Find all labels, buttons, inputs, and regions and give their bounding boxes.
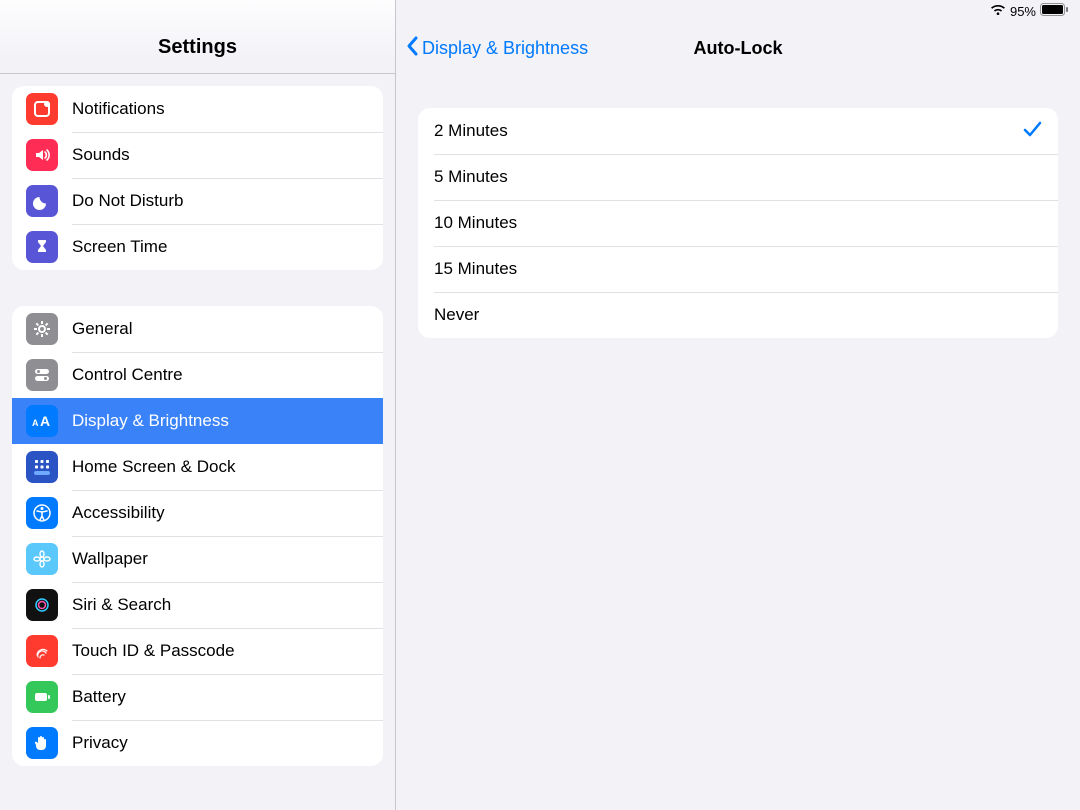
hand-icon [26, 727, 58, 759]
sidebar-item-label: Screen Time [72, 237, 167, 257]
sidebar-item-notifications[interactable]: Notifications [12, 86, 383, 132]
option-label: Never [434, 305, 479, 325]
sidebar-title: Settings [158, 36, 237, 59]
sidebar-item-label: Siri & Search [72, 595, 171, 615]
grid-icon [26, 451, 58, 483]
sidebar-item-home-screen[interactable]: Home Screen & Dock [12, 444, 383, 490]
sidebar-item-label: Touch ID & Passcode [72, 641, 235, 661]
checkmark-icon [1022, 119, 1042, 144]
sidebar-item-label: Wallpaper [72, 549, 148, 569]
option-label: 2 Minutes [434, 121, 508, 141]
sidebar-item-accessibility[interactable]: Accessibility [12, 490, 383, 536]
autolock-option-2-minutes[interactable]: 2 Minutes [418, 108, 1058, 154]
option-label: 10 Minutes [434, 213, 517, 233]
siri-icon [26, 589, 58, 621]
svg-text:A: A [32, 418, 39, 428]
option-label: 5 Minutes [434, 167, 508, 187]
autolock-option-never[interactable]: Never [418, 292, 1058, 338]
sidebar-group-1: Notifications Sounds Do Not Disturb [12, 86, 383, 270]
gear-icon [26, 313, 58, 345]
sidebar-item-touch-id[interactable]: Touch ID & Passcode [12, 628, 383, 674]
sidebar-item-privacy[interactable]: Privacy [12, 720, 383, 766]
sidebar-item-battery[interactable]: Battery [12, 674, 383, 720]
sidebar-item-label: Sounds [72, 145, 130, 165]
autolock-option-10-minutes[interactable]: 10 Minutes [418, 200, 1058, 246]
sidebar-item-label: Battery [72, 687, 126, 707]
switches-icon [26, 359, 58, 391]
hourglass-icon [26, 231, 58, 263]
detail-header: Display & Brightness Auto-Lock [396, 22, 1080, 74]
sidebar-group-2: General Control Centre AA Display & Brig… [12, 306, 383, 766]
chevron-left-icon [404, 35, 422, 62]
sidebar-item-display-brightness[interactable]: AA Display & Brightness [12, 398, 383, 444]
sounds-icon [26, 139, 58, 171]
moon-icon [26, 185, 58, 217]
back-button[interactable]: Display & Brightness [396, 35, 588, 62]
autolock-option-5-minutes[interactable]: 5 Minutes [418, 154, 1058, 200]
back-label: Display & Brightness [422, 38, 588, 59]
sidebar-item-sounds[interactable]: Sounds [12, 132, 383, 178]
detail-pane: Display & Brightness Auto-Lock 2 Minutes… [396, 0, 1080, 810]
settings-sidebar: Settings Notifications Sounds [0, 0, 396, 810]
sidebar-item-label: Notifications [72, 99, 165, 119]
sidebar-item-label: Privacy [72, 733, 128, 753]
sidebar-item-label: General [72, 319, 132, 339]
sidebar-item-siri[interactable]: Siri & Search [12, 582, 383, 628]
sidebar-item-label: Control Centre [72, 365, 183, 385]
sidebar-header: Settings [0, 22, 395, 74]
notifications-icon [26, 93, 58, 125]
sidebar-item-control-centre[interactable]: Control Centre [12, 352, 383, 398]
flower-icon [26, 543, 58, 575]
sidebar-item-screen-time[interactable]: Screen Time [12, 224, 383, 270]
sidebar-item-label: Accessibility [72, 503, 165, 523]
autolock-options: 2 Minutes 5 Minutes 10 Minutes [418, 108, 1058, 338]
sidebar-item-label: Home Screen & Dock [72, 457, 235, 477]
sidebar-item-general[interactable]: General [12, 306, 383, 352]
text-size-icon: AA [26, 405, 58, 437]
option-label: 15 Minutes [434, 259, 517, 279]
sidebar-item-do-not-disturb[interactable]: Do Not Disturb [12, 178, 383, 224]
autolock-option-15-minutes[interactable]: 15 Minutes [418, 246, 1058, 292]
sidebar-item-label: Do Not Disturb [72, 191, 183, 211]
fingerprint-icon [26, 635, 58, 667]
battery-icon [26, 681, 58, 713]
svg-text:A: A [40, 413, 50, 429]
sidebar-item-label: Display & Brightness [72, 411, 229, 431]
accessibility-icon [26, 497, 58, 529]
sidebar-item-wallpaper[interactable]: Wallpaper [12, 536, 383, 582]
